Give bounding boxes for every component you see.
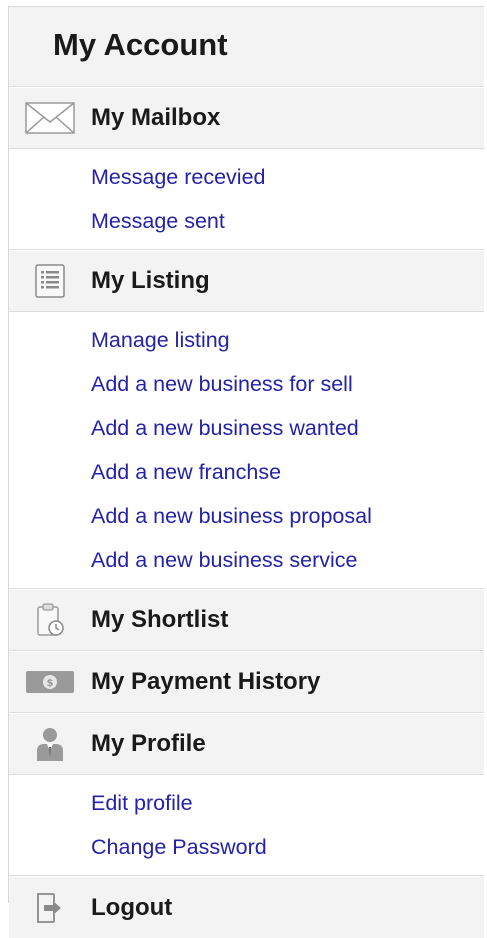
- clipboard-icon: [9, 590, 91, 650]
- envelope-icon: [9, 88, 91, 148]
- link-message-received[interactable]: Message recevied: [9, 155, 484, 199]
- menu-section-payment-history[interactable]: $ My Payment History: [9, 651, 484, 713]
- account-menu-panel: My Account My Mailbox Message recevied M…: [8, 6, 484, 938]
- menu-section-logout[interactable]: Logout: [9, 876, 484, 938]
- menu-section-label: My Profile: [91, 730, 206, 757]
- person-icon: [9, 714, 91, 774]
- money-icon: $: [9, 652, 91, 712]
- profile-submenu: Edit profile Change Password: [9, 775, 484, 876]
- link-message-sent[interactable]: Message sent: [9, 199, 484, 243]
- link-change-password[interactable]: Change Password: [9, 825, 484, 869]
- menu-section-mailbox[interactable]: My Mailbox: [9, 87, 484, 149]
- menu-section-label: My Listing: [91, 267, 210, 294]
- link-add-business-wanted[interactable]: Add a new business wanted: [9, 406, 484, 450]
- page-title: My Account: [9, 7, 484, 87]
- link-manage-listing[interactable]: Manage listing: [9, 318, 484, 362]
- link-add-business-for-sell[interactable]: Add a new business for sell: [9, 362, 484, 406]
- link-add-business-service[interactable]: Add a new business service: [9, 538, 484, 582]
- svg-text:$: $: [47, 678, 54, 689]
- menu-section-label: My Shortlist: [91, 606, 229, 633]
- link-add-business-proposal[interactable]: Add a new business proposal: [9, 494, 484, 538]
- menu-section-label: My Payment History: [91, 668, 321, 695]
- list-icon: [9, 251, 91, 311]
- menu-section-label: Logout: [91, 893, 173, 921]
- menu-section-shortlist[interactable]: My Shortlist: [9, 589, 484, 651]
- menu-section-profile[interactable]: My Profile: [9, 713, 484, 775]
- link-edit-profile[interactable]: Edit profile: [9, 781, 484, 825]
- mailbox-submenu: Message recevied Message sent: [9, 149, 484, 250]
- menu-section-listing[interactable]: My Listing: [9, 250, 484, 312]
- logout-icon: [9, 877, 91, 938]
- link-add-franchise[interactable]: Add a new franchse: [9, 450, 484, 494]
- menu-section-label: My Mailbox: [91, 104, 221, 131]
- listing-submenu: Manage listing Add a new business for se…: [9, 312, 484, 589]
